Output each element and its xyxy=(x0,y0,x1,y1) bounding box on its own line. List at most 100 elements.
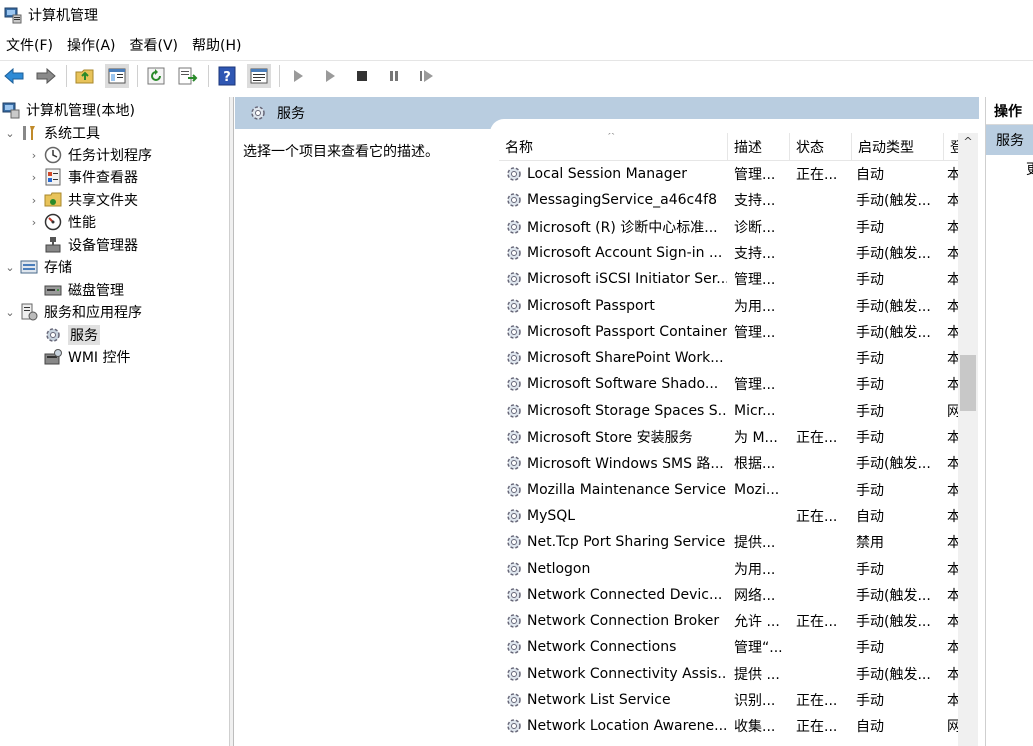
service-row[interactable]: Microsoft Windows SMS 路... 根据... 手动(触发... 本 xyxy=(499,450,959,476)
service-name-cell: Mozilla Maintenance Service xyxy=(505,477,727,503)
service-row[interactable]: Microsoft iSCSI Initiator Ser... 管理... 手动本 xyxy=(499,266,959,292)
tree-item-wmi-control[interactable]: WMI 控件 xyxy=(44,346,131,368)
service-row[interactable]: MySQL 正在... 自动本 xyxy=(499,503,959,529)
service-name-cell: Microsoft Software Shado... xyxy=(505,371,727,397)
tree-label: 系统工具 xyxy=(44,126,100,142)
column-header-name[interactable]: 名称 ^ xyxy=(499,133,727,161)
service-status: 正在... xyxy=(796,508,838,525)
service-row[interactable]: Microsoft Passport 为用... 手动(触发... 本 xyxy=(499,293,959,319)
tree-item-disk-management[interactable]: 磁盘管理 xyxy=(44,279,124,301)
scroll-up-arrow-icon[interactable]: ^ xyxy=(958,135,978,151)
computer-management-icon xyxy=(4,6,22,24)
service-row[interactable]: Local Session Manager 管理... 正在... 自动本 xyxy=(499,161,959,187)
column-header-description[interactable]: 描述 xyxy=(727,133,789,161)
chevron-down-icon[interactable]: ⌄ xyxy=(4,127,16,140)
tree-label: 共享文件夹 xyxy=(68,193,138,209)
chevron-right-icon[interactable]: › xyxy=(28,194,40,207)
service-name-cell: Microsoft iSCSI Initiator Ser... xyxy=(505,266,727,292)
service-row[interactable]: Microsoft (R) 诊断中心标准... 诊断... 手动本 xyxy=(499,214,959,240)
show-hide-tree-icon[interactable] xyxy=(105,63,129,88)
chevron-right-icon[interactable]: › xyxy=(28,216,40,229)
column-label: 状态 xyxy=(796,140,824,156)
service-row[interactable]: Microsoft Storage Spaces S... Micr... 手动网 xyxy=(499,398,959,424)
column-header-startup-type[interactable]: 启动类型 xyxy=(851,133,943,161)
service-description: 支持... xyxy=(734,193,776,210)
service-startup-type: 手动 xyxy=(856,430,884,446)
service-status xyxy=(796,450,846,476)
tree-item-storage[interactable]: ⌄ 存储 xyxy=(4,256,72,278)
description-prompt: 选择一个项目来查看它的描述。 xyxy=(243,144,439,160)
service-row[interactable]: Network List Service 识别... 正在... 手动本 xyxy=(499,687,959,713)
vertical-scrollbar[interactable]: ^ xyxy=(958,133,978,746)
service-row[interactable]: Network Connected Devic... 网络... 手动(触发... 本 xyxy=(499,582,959,608)
service-status: 正在... xyxy=(796,430,838,446)
gear-icon xyxy=(505,402,523,420)
service-row[interactable]: Microsoft Store 安装服务为 M... 正在... 手动本 xyxy=(499,424,959,450)
restart-service-icon[interactable] xyxy=(414,64,438,88)
svg-text:?: ? xyxy=(223,70,231,85)
gear-icon xyxy=(505,349,523,367)
up-folder-icon[interactable] xyxy=(73,64,97,88)
shared-folder-icon xyxy=(44,191,62,209)
service-startup-type: 手动 xyxy=(856,351,884,368)
gear-icon xyxy=(505,297,523,315)
menu-help[interactable]: 帮助(H) xyxy=(186,35,247,55)
service-row[interactable]: Microsoft Software Shado... 管理... 手动本 xyxy=(499,371,959,397)
start-service-icon[interactable] xyxy=(286,64,310,88)
chevron-right-icon[interactable]: › xyxy=(28,149,40,162)
service-row[interactable]: Network Connectivity Assis... 提供 ... 手动(触发… xyxy=(499,661,959,687)
service-name: Network Connection Broker xyxy=(527,613,720,630)
service-name-cell: Microsoft Account Sign-in ... xyxy=(505,240,727,266)
forward-arrow-icon[interactable] xyxy=(34,64,58,88)
service-row[interactable]: Microsoft SharePoint Work... 手动本 xyxy=(499,345,959,371)
actions-item-services[interactable]: 服务 xyxy=(986,125,1033,155)
menu-file[interactable]: 文件(F) xyxy=(0,35,59,55)
service-name-cell: Microsoft Store 安装服务 xyxy=(505,424,727,450)
tree-item-performance[interactable]: › 性能 xyxy=(28,211,96,233)
service-row[interactable]: Netlogon 为用... 手动本 xyxy=(499,556,959,582)
column-header-logon[interactable]: 登 xyxy=(943,133,959,161)
tree-item-services[interactable]: 服务 xyxy=(44,324,100,346)
tree-item-task-scheduler[interactable]: › 任务计划程序 xyxy=(28,144,152,166)
service-row[interactable]: Network Connections 管理“... 手动本 xyxy=(499,634,959,660)
chevron-right-icon[interactable]: › xyxy=(28,171,40,184)
service-row[interactable]: Network Location Awarene... 收集... 正在... 自动网 xyxy=(499,713,959,739)
service-row[interactable]: Mozilla Maintenance Service Mozi... 手动本 xyxy=(499,477,959,503)
tree-item-device-manager[interactable]: 设备管理器 xyxy=(44,234,138,256)
export-list-icon[interactable] xyxy=(176,64,200,88)
chevron-down-icon[interactable]: ⌄ xyxy=(4,261,16,274)
gear-icon xyxy=(505,691,523,709)
service-row[interactable]: Net.Tcp Port Sharing Service 提供... 禁用本 xyxy=(499,529,959,555)
actions-more-link[interactable]: 更 xyxy=(1026,159,1033,179)
gear-icon xyxy=(505,454,523,472)
menu-view[interactable]: 查看(V) xyxy=(124,35,185,55)
chevron-down-icon[interactable]: ⌄ xyxy=(4,306,16,319)
tree-item-event-viewer[interactable]: › 事件查看器 xyxy=(28,166,138,188)
service-row[interactable]: Microsoft Passport Container 管理... 手动(触发..… xyxy=(499,319,959,345)
column-header-status[interactable]: 状态 xyxy=(789,133,851,161)
service-startup-type: 手动(触发... xyxy=(856,245,931,262)
service-row[interactable]: Microsoft Account Sign-in ... 支持... 手动(触发.… xyxy=(499,240,959,266)
service-row[interactable]: Network Connection Broker 允许 ... 正在... 手动(触… xyxy=(499,608,959,634)
tree-item-services-and-apps[interactable]: ⌄ 服务和应用程序 xyxy=(4,301,142,323)
pause-service-icon[interactable] xyxy=(382,64,406,88)
tree-item-computer-management[interactable]: 计算机管理(本地) xyxy=(2,99,135,121)
scroll-thumb[interactable] xyxy=(960,355,976,411)
menu-action[interactable]: 操作(A) xyxy=(61,35,122,55)
back-arrow-icon[interactable] xyxy=(2,64,26,88)
disk-icon xyxy=(44,281,62,299)
service-row[interactable]: MessagingService_a46c4f8 支持... 手动(触发... 本 xyxy=(499,187,959,213)
service-description: 为用... xyxy=(734,298,776,315)
start-service-alt-icon[interactable] xyxy=(318,64,342,88)
gear-icon xyxy=(505,323,523,341)
gear-icon xyxy=(505,533,523,551)
refresh-icon[interactable] xyxy=(144,64,168,88)
stop-service-icon[interactable] xyxy=(350,64,374,88)
properties-icon[interactable] xyxy=(247,63,271,88)
service-status xyxy=(796,266,846,292)
tree-item-system-tools[interactable]: ⌄ 系统工具 xyxy=(4,122,100,144)
pane-splitter[interactable] xyxy=(230,97,234,746)
help-icon[interactable]: ? xyxy=(215,64,239,88)
tree-item-shared-folders[interactable]: › 共享文件夹 xyxy=(28,189,138,211)
service-name-cell: Network List Service xyxy=(505,687,727,713)
